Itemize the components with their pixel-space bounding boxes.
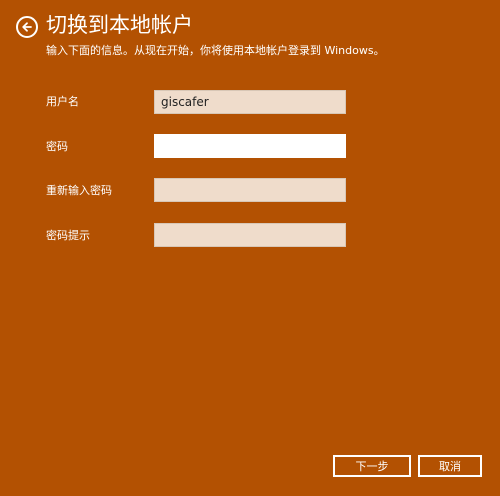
password-label: 密码 (46, 140, 68, 153)
cancel-button[interactable]: 取消 (418, 455, 482, 477)
arrow-left-icon (22, 22, 32, 32)
username-label: 用户名 (46, 95, 79, 108)
next-button[interactable]: 下一步 (333, 455, 411, 477)
password-hint-label: 密码提示 (46, 229, 90, 242)
instructions-text: 输入下面的信息。从现在开始，你将使用本地帐户登录到 Windows。 (46, 44, 385, 57)
password-field[interactable] (154, 134, 346, 158)
page-title: 切换到本地帐户 (46, 13, 193, 37)
confirm-password-field[interactable] (154, 178, 346, 202)
back-button[interactable] (16, 16, 38, 38)
password-hint-field[interactable] (154, 223, 346, 247)
username-field[interactable] (154, 90, 346, 114)
confirm-password-label: 重新输入密码 (46, 184, 112, 197)
